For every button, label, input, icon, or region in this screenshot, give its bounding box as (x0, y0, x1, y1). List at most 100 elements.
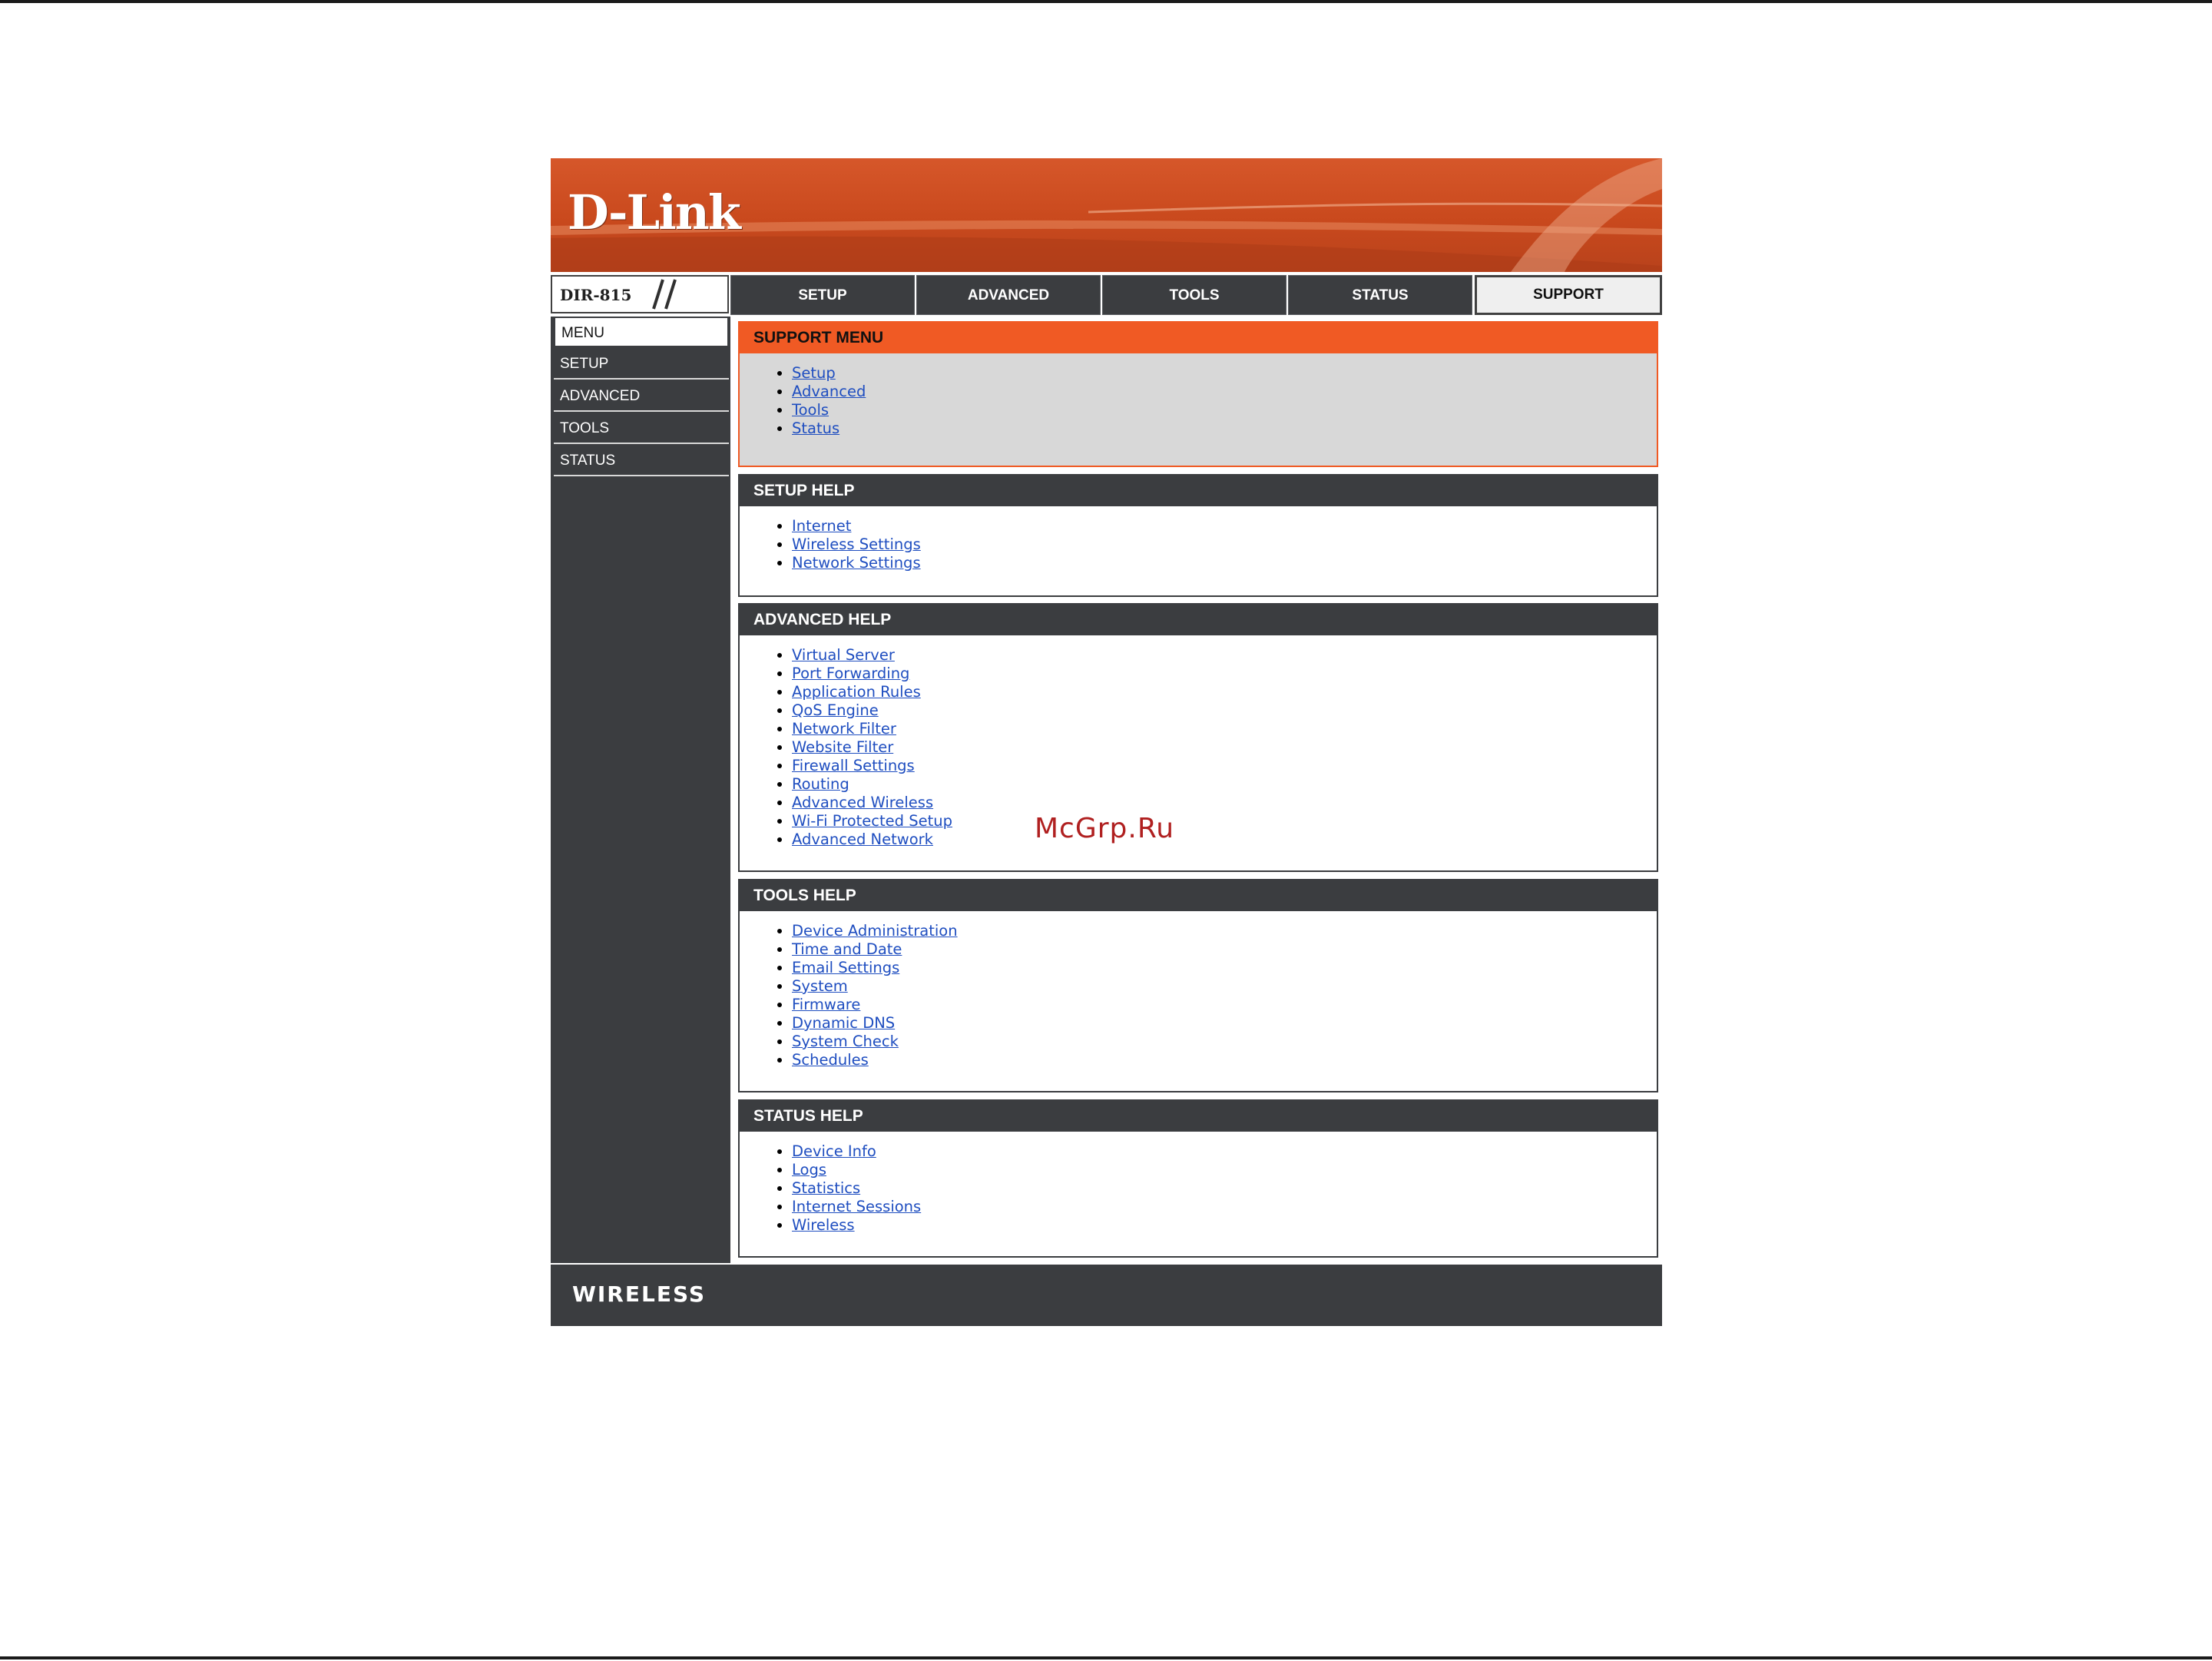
link-email-settings[interactable]: Email Settings (792, 959, 899, 976)
list-item: Advanced (792, 383, 1657, 401)
link-internet-sessions[interactable]: Internet Sessions (792, 1198, 921, 1215)
link-list: Setup Advanced Tools Status (740, 353, 1657, 438)
link-network-filter[interactable]: Network Filter (792, 720, 896, 738)
main-content: SUPPORT MENU Setup Advanced Tools Status… (735, 317, 1662, 1263)
link-wireless-settings[interactable]: Wireless Settings (792, 535, 921, 553)
link-system[interactable]: System (792, 977, 848, 995)
list-item: Internet (792, 517, 1657, 535)
list-item: Wireless Settings (792, 535, 1657, 554)
list-item: Virtual Server (792, 646, 1657, 665)
link-advanced-wireless[interactable]: Advanced Wireless (792, 794, 933, 811)
link-list: Internet Wireless Settings Network Setti… (740, 506, 1657, 572)
sidebar-item-status[interactable]: STATUS (554, 446, 729, 476)
list-item: Setup (792, 364, 1657, 383)
link-setup[interactable]: Setup (792, 364, 836, 382)
link-advanced[interactable]: Advanced (792, 383, 866, 400)
link-device-info[interactable]: Device Info (792, 1142, 876, 1160)
link-time-and-date[interactable]: Time and Date (792, 940, 902, 958)
link-website-filter[interactable]: Website Filter (792, 738, 893, 756)
sidebar-item-advanced[interactable]: ADVANCED (554, 381, 729, 412)
list-item: QoS Engine (792, 701, 1657, 720)
link-statistics[interactable]: Statistics (792, 1179, 860, 1197)
list-item: Advanced Wireless (792, 794, 1657, 812)
list-item: System Check (792, 1033, 1657, 1051)
list-item: Email Settings (792, 959, 1657, 977)
list-item: Internet Sessions (792, 1198, 1657, 1216)
advanced-help-panel: ADVANCED HELP Virtual Server Port Forwar… (738, 603, 1658, 872)
tools-help-panel: TOOLS HELP Device Administration Time an… (738, 879, 1658, 1092)
link-schedules[interactable]: Schedules (792, 1051, 869, 1069)
router-admin-page: D-Link DIR-815 SETUP ADVANCED TOOLS STAT… (551, 158, 1662, 1328)
panel-title: SUPPORT MENU (740, 323, 1657, 353)
setup-help-panel: SETUP HELP Internet Wireless Settings Ne… (738, 474, 1658, 597)
list-item: Firmware (792, 996, 1657, 1014)
link-logs[interactable]: Logs (792, 1161, 826, 1179)
link-routing[interactable]: Routing (792, 775, 849, 793)
watermark: McGrp.Ru (1035, 813, 1175, 844)
list-item: Port Forwarding (792, 665, 1657, 683)
link-wireless[interactable]: Wireless (792, 1216, 855, 1234)
list-item: Schedules (792, 1051, 1657, 1069)
top-navigation: DIR-815 SETUP ADVANCED TOOLS STATUS SUPP… (551, 275, 1662, 317)
link-device-administration[interactable]: Device Administration (792, 922, 958, 940)
panel-title: ADVANCED HELP (740, 605, 1657, 635)
slash-decoration-icon (652, 279, 677, 310)
tab-tools[interactable]: TOOLS (1102, 275, 1286, 315)
tab-status[interactable]: STATUS (1288, 275, 1472, 315)
model-badge: DIR-815 (551, 275, 729, 313)
page-bottom-rule (0, 1656, 2212, 1659)
panel-title: TOOLS HELP (740, 880, 1657, 911)
tab-setup[interactable]: SETUP (730, 275, 915, 315)
link-list: Virtual Server Port Forwarding Applicati… (740, 635, 1657, 849)
link-status[interactable]: Status (792, 419, 839, 437)
list-item: Logs (792, 1161, 1657, 1179)
list-item: Network Filter (792, 720, 1657, 738)
list-item: Routing (792, 775, 1657, 794)
status-help-panel: STATUS HELP Device Info Logs Statistics … (738, 1099, 1658, 1258)
sidebar-item-setup[interactable]: SETUP (554, 349, 729, 380)
model-label: DIR-815 (560, 286, 632, 304)
tab-advanced[interactable]: ADVANCED (916, 275, 1101, 315)
link-tools[interactable]: Tools (792, 401, 829, 419)
list-item: Network Settings (792, 554, 1657, 572)
list-item: Status (792, 419, 1657, 438)
sidebar-item-tools[interactable]: TOOLS (554, 413, 729, 444)
link-advanced-network[interactable]: Advanced Network (792, 830, 933, 848)
link-firewall-settings[interactable]: Firewall Settings (792, 757, 915, 774)
link-firmware[interactable]: Firmware (792, 996, 860, 1013)
list-item: Advanced Network (792, 830, 1657, 849)
link-port-forwarding[interactable]: Port Forwarding (792, 665, 909, 682)
list-item: Firewall Settings (792, 757, 1657, 775)
link-list: Device Administration Time and Date Emai… (740, 911, 1657, 1069)
list-item: Statistics (792, 1179, 1657, 1198)
dlink-logo: D-Link (568, 184, 741, 240)
list-item: System (792, 977, 1657, 996)
list-item: Device Administration (792, 922, 1657, 940)
list-item: Application Rules (792, 683, 1657, 701)
link-list: Device Info Logs Statistics Internet Ses… (740, 1132, 1657, 1235)
sidebar: MENU SETUP ADVANCED TOOLS STATUS (551, 317, 730, 1263)
link-wifi-protected-setup[interactable]: Wi-Fi Protected Setup (792, 812, 952, 830)
footer-bar: WIRELESS (551, 1265, 1662, 1326)
list-item: Tools (792, 401, 1657, 419)
tab-support[interactable]: SUPPORT (1475, 275, 1662, 315)
list-item: Website Filter (792, 738, 1657, 757)
list-item: Time and Date (792, 940, 1657, 959)
page-top-rule (0, 0, 2212, 3)
footer-wireless-label: WIRELESS (572, 1281, 707, 1307)
header-banner: D-Link (551, 158, 1662, 272)
sidebar-item-menu[interactable]: MENU (554, 317, 729, 347)
list-item: Wi-Fi Protected Setup (792, 812, 1657, 830)
support-menu-panel: SUPPORT MENU Setup Advanced Tools Status (738, 321, 1658, 467)
link-network-settings[interactable]: Network Settings (792, 554, 921, 572)
link-internet[interactable]: Internet (792, 517, 851, 535)
link-dynamic-dns[interactable]: Dynamic DNS (792, 1014, 895, 1032)
list-item: Dynamic DNS (792, 1014, 1657, 1033)
link-virtual-server[interactable]: Virtual Server (792, 646, 895, 664)
panel-title: SETUP HELP (740, 476, 1657, 506)
list-item: Wireless (792, 1216, 1657, 1235)
link-application-rules[interactable]: Application Rules (792, 683, 921, 701)
link-system-check[interactable]: System Check (792, 1033, 899, 1050)
list-item: Device Info (792, 1142, 1657, 1161)
link-qos-engine[interactable]: QoS Engine (792, 701, 879, 719)
